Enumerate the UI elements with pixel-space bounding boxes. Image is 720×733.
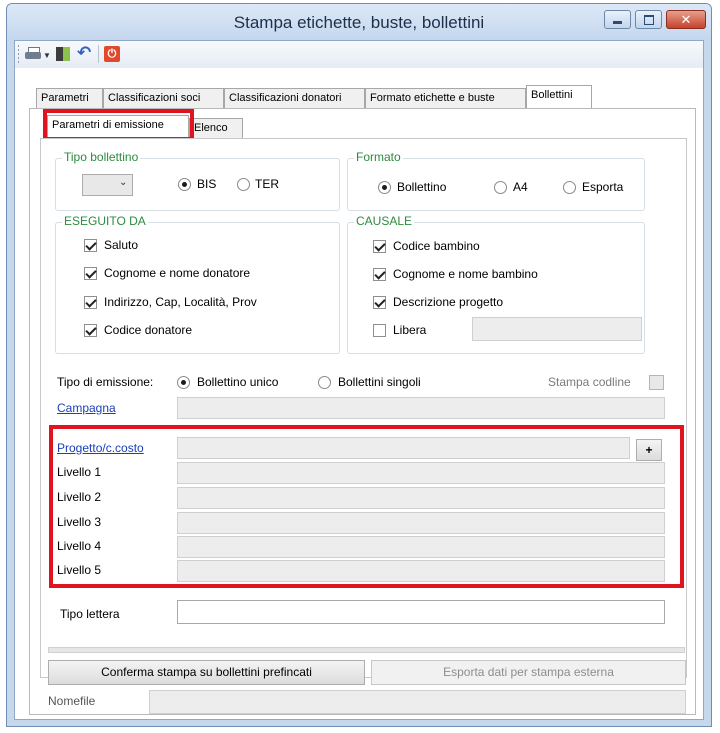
checkbox-descrizione-progetto[interactable] xyxy=(373,296,386,309)
progress-bar xyxy=(48,647,685,653)
subtab-highlight xyxy=(43,109,194,141)
checkbox-cognome-nome-donatore[interactable] xyxy=(84,267,97,280)
checkbox-libera[interactable] xyxy=(373,324,386,337)
checkbox-codice-donatore[interactable] xyxy=(84,324,97,337)
tipo-bollettino-select[interactable]: ⌄ xyxy=(82,174,133,196)
add-progetto-button[interactable]: + xyxy=(636,439,662,461)
power-icon[interactable]: ⏻ xyxy=(104,46,120,62)
close-button[interactable]: ✕ xyxy=(666,10,706,29)
tipo-emissione-label: Tipo di emissione: xyxy=(57,375,154,389)
nomefile-label: Nomefile xyxy=(48,694,96,708)
livello-2-input[interactable] xyxy=(177,487,665,509)
client-area: ▼ ↶ ⏻ Parametri Classificazioni soci Cla… xyxy=(14,40,704,720)
livello-5-label: Livello 5 xyxy=(57,563,102,577)
causale-label: CAUSALE xyxy=(354,214,415,228)
livello-4-label: Livello 4 xyxy=(57,539,102,553)
title-bar: Stampa etichette, buste, bollettini ✕ xyxy=(7,4,711,40)
radio-a4-label: A4 xyxy=(513,180,528,194)
libera-input[interactable] xyxy=(472,317,642,341)
livello-4-input[interactable] xyxy=(177,536,665,558)
radio-ter[interactable] xyxy=(237,178,250,191)
maximize-button[interactable] xyxy=(635,10,662,29)
esporta-dati-button[interactable]: Esporta dati per stampa esterna xyxy=(371,660,686,685)
radio-bis[interactable] xyxy=(178,178,191,191)
checkbox-cognome-nome-bambino-label: Cognome e nome bambino xyxy=(393,267,538,281)
radio-bollettino-label: Bollettino xyxy=(397,180,447,194)
radio-esporta-label: Esporta xyxy=(582,180,624,194)
radio-bollettino-unico-label: Bollettino unico xyxy=(197,375,279,389)
toolbar-separator xyxy=(98,45,99,63)
conferma-stampa-button[interactable]: Conferma stampa su bollettini prefincati xyxy=(48,660,365,685)
radio-bollettini-singoli[interactable] xyxy=(318,376,331,389)
tipo-bollettino-label: Tipo bollettino xyxy=(62,150,141,164)
livello-5-input[interactable] xyxy=(177,560,665,582)
checkbox-codice-bambino[interactable] xyxy=(373,240,386,253)
radio-bollettini-singoli-label: Bollettini singoli xyxy=(338,375,421,389)
tab-classificazioni-soci[interactable]: Classificazioni soci xyxy=(103,88,224,109)
tipo-lettera-input[interactable] xyxy=(177,600,665,624)
radio-bollettino[interactable] xyxy=(378,181,391,194)
radio-bis-label: BIS xyxy=(197,177,217,191)
radio-esporta[interactable] xyxy=(563,181,576,194)
tab-formato-etichette[interactable]: Formato etichette e buste xyxy=(365,88,526,109)
toolbar: ▼ ↶ ⏻ xyxy=(15,41,703,68)
checkbox-cognome-nome-donatore-label: Cognome e nome donatore xyxy=(104,266,251,280)
checkbox-indirizzo-label: Indirizzo, Cap, Località, Prov xyxy=(104,295,257,309)
tab-parametri[interactable]: Parametri xyxy=(36,88,103,109)
toolbar-grip xyxy=(18,45,19,63)
livello-2-label: Livello 2 xyxy=(57,490,102,504)
close-icon: ✕ xyxy=(680,12,692,27)
printer-icon[interactable] xyxy=(25,47,41,61)
eseguito-da-group xyxy=(55,222,340,354)
minimize-button[interactable] xyxy=(604,10,631,29)
tab-classificazioni-donatori[interactable]: Classificazioni donatori xyxy=(224,88,365,109)
checkbox-saluto-label: Saluto xyxy=(104,238,139,252)
stampa-codline-label: Stampa codline xyxy=(548,375,631,389)
radio-bollettino-unico[interactable] xyxy=(177,376,190,389)
progetto-input[interactable] xyxy=(177,437,630,459)
livello-3-label: Livello 3 xyxy=(57,515,102,529)
chevron-down-icon[interactable]: ▼ xyxy=(43,51,51,60)
tipo-lettera-label: Tipo lettera xyxy=(60,607,120,621)
progetto-link[interactable]: Progetto/c.costo xyxy=(57,441,144,455)
campagna-link[interactable]: Campagna xyxy=(57,401,116,415)
livello-1-label: Livello 1 xyxy=(57,465,102,479)
livello-3-input[interactable] xyxy=(177,512,665,534)
tab-elenco[interactable]: Elenco xyxy=(189,118,243,139)
export-icon[interactable] xyxy=(56,47,70,61)
nomefile-input[interactable] xyxy=(149,690,686,714)
app-window: Stampa etichette, buste, bollettini ✕ ▼ … xyxy=(6,3,712,727)
tab-bollettini[interactable]: Bollettini xyxy=(526,85,592,109)
checkbox-stampa-codline[interactable] xyxy=(649,375,664,390)
campagna-input[interactable] xyxy=(177,397,665,419)
eseguito-da-label: ESEGUITO DA xyxy=(62,214,148,228)
checkbox-cognome-nome-bambino[interactable] xyxy=(373,268,386,281)
checkbox-descrizione-progetto-label: Descrizione progetto xyxy=(393,295,504,309)
checkbox-codice-donatore-label: Codice donatore xyxy=(104,323,193,337)
chevron-down-icon: ⌄ xyxy=(119,177,128,188)
checkbox-indirizzo[interactable] xyxy=(84,296,97,309)
checkbox-saluto[interactable] xyxy=(84,239,97,252)
radio-a4[interactable] xyxy=(494,181,507,194)
livello-1-input[interactable] xyxy=(177,462,665,484)
radio-ter-label: TER xyxy=(255,177,279,191)
checkbox-libera-label: Libera xyxy=(393,323,427,337)
checkbox-codice-bambino-label: Codice bambino xyxy=(393,239,480,253)
formato-label: Formato xyxy=(354,150,403,164)
undo-icon[interactable]: ↶ xyxy=(77,43,91,63)
